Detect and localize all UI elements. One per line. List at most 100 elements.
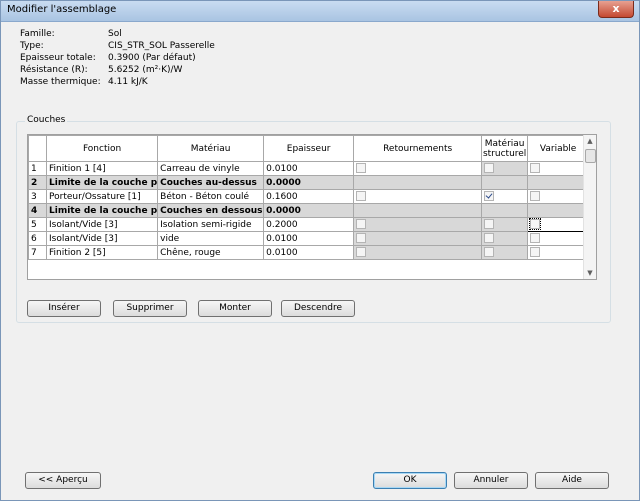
row-number[interactable]: 1: [28, 161, 47, 176]
structurel-checkbox: [484, 163, 495, 174]
cell-fonction[interactable]: Limite de la couche p: [45, 175, 159, 190]
retournements-checkbox: [356, 219, 367, 230]
cell-epaisseur[interactable]: 0.0100: [263, 161, 355, 176]
cell-structurel: [481, 203, 529, 218]
scroll-thumb[interactable]: [585, 149, 596, 163]
ok-button[interactable]: OK: [373, 472, 447, 489]
cell-variable: [527, 175, 590, 190]
structurel-checkbox: [484, 233, 495, 244]
variable-checkbox[interactable]: [530, 191, 541, 202]
cell-materiau[interactable]: Béton - Béton coulé: [157, 189, 265, 204]
structurel-checkbox[interactable]: [484, 191, 495, 202]
cell-variable: [527, 245, 590, 260]
cell-epaisseur[interactable]: 0.0100: [263, 245, 355, 260]
move-down-button[interactable]: Descendre: [281, 300, 355, 317]
cell-materiau[interactable]: Isolation semi-rigide: [157, 217, 265, 232]
column-header-materiau[interactable]: Matériau: [157, 135, 265, 162]
retournements-checkbox[interactable]: [356, 163, 367, 174]
cell-retournements: [353, 217, 483, 232]
insert-button[interactable]: Insérer: [27, 300, 101, 317]
table-row[interactable]: 6 Isolant/Vide [3] vide 0.0100: [28, 231, 593, 246]
preview-button[interactable]: << Aperçu: [25, 472, 101, 489]
table-row[interactable]: 7 Finition 2 [5] Chêne, rouge 0.0100: [28, 245, 593, 260]
row-number[interactable]: 7: [28, 245, 47, 260]
close-button[interactable]: x: [598, 1, 634, 18]
column-header-epaisseur[interactable]: Epaisseur: [263, 135, 355, 162]
cell-retournements: [353, 245, 483, 260]
table-row[interactable]: 4 Limite de la couche p Couches en desso…: [28, 203, 593, 218]
layers-group-label: Couches: [25, 115, 68, 125]
cell-materiau[interactable]: Chêne, rouge: [157, 245, 265, 260]
cell-retournements: [353, 231, 483, 246]
cell-variable: [527, 231, 590, 246]
property-label: Type:: [20, 41, 44, 51]
column-header-variable[interactable]: Variable: [527, 135, 590, 162]
cell-epaisseur[interactable]: 0.1600: [263, 189, 355, 204]
table-row[interactable]: 2 Limite de la couche p Couches au-dessu…: [28, 175, 593, 190]
property-value: CIS_STR_SOL Passerelle: [108, 41, 215, 51]
help-button[interactable]: Aide: [535, 472, 609, 489]
title-bar: Modifier l'assemblage x: [1, 1, 639, 22]
header-line: structurel: [482, 148, 527, 159]
cell-epaisseur[interactable]: 0.0000: [263, 175, 355, 190]
property-label: Famille:: [20, 29, 55, 39]
table-header-row: Fonction Matériau Epaisseur Retournement…: [28, 135, 593, 162]
column-header-structurel[interactable]: Matériau structurel: [481, 135, 529, 162]
cell-retournements: [353, 161, 483, 176]
move-up-button[interactable]: Monter: [198, 300, 272, 317]
cell-materiau[interactable]: Couches en dessous: [157, 203, 265, 218]
row-number[interactable]: 3: [28, 189, 47, 204]
property-label: Résistance (R):: [20, 65, 88, 75]
variable-checkbox[interactable]: [529, 218, 542, 231]
cell-fonction[interactable]: Limite de la couche p: [45, 203, 159, 218]
structurel-checkbox: [484, 247, 495, 258]
cell-epaisseur[interactable]: 0.0000: [263, 203, 355, 218]
cancel-button[interactable]: Annuler: [454, 472, 528, 489]
cell-fonction[interactable]: Isolant/Vide [3]: [45, 231, 159, 246]
table-row[interactable]: 5 Isolant/Vide [3] Isolation semi-rigide…: [28, 217, 593, 232]
variable-checkbox[interactable]: [530, 233, 541, 244]
cell-fonction[interactable]: Finition 2 [5]: [45, 245, 159, 260]
cell-variable: [527, 203, 590, 218]
cell-variable: [527, 189, 590, 204]
cell-fonction[interactable]: Finition 1 [4]: [45, 161, 159, 176]
structurel-checkbox: [484, 219, 495, 230]
retournements-checkbox[interactable]: [356, 191, 367, 202]
cell-epaisseur[interactable]: 0.0100: [263, 231, 355, 246]
cell-structurel: [481, 231, 529, 246]
cell-retournements: [353, 203, 483, 218]
property-label: Epaisseur totale:: [20, 53, 96, 63]
modify-assembly-dialog: Modifier l'assemblage x Famille: Sol Type…: [0, 0, 640, 501]
table-row[interactable]: 1 Finition 1 [4] Carreau de vinyle 0.010…: [28, 161, 593, 176]
layers-table: Fonction Matériau Epaisseur Retournement…: [28, 135, 593, 260]
close-icon: x: [612, 2, 620, 15]
cell-materiau[interactable]: Couches au-dessus: [157, 175, 265, 190]
variable-checkbox[interactable]: [530, 163, 541, 174]
layers-grid[interactable]: Fonction Matériau Epaisseur Retournement…: [27, 134, 597, 280]
column-header-fonction[interactable]: Fonction: [45, 135, 159, 162]
variable-checkbox[interactable]: [530, 247, 541, 258]
cell-fonction[interactable]: Isolant/Vide [3]: [45, 217, 159, 232]
row-number[interactable]: 5: [28, 217, 47, 232]
cell-structurel: [481, 217, 529, 232]
cell-materiau[interactable]: Carreau de vinyle: [157, 161, 265, 176]
row-number[interactable]: 4: [28, 203, 47, 218]
cell-epaisseur[interactable]: 0.2000: [263, 217, 355, 232]
cell-structurel: [481, 175, 529, 190]
row-number[interactable]: 6: [28, 231, 47, 246]
layers-scrollbar[interactable]: ▲ ▼: [583, 135, 596, 279]
cell-materiau[interactable]: vide: [157, 231, 265, 246]
scroll-down-arrow-icon[interactable]: ▼: [584, 267, 596, 279]
cell-variable: [527, 161, 590, 176]
property-value: Sol: [108, 29, 122, 39]
column-header-retournements[interactable]: Retournements: [353, 135, 483, 162]
cell-structurel: [481, 245, 529, 260]
cell-fonction[interactable]: Porteur/Ossature [1]: [45, 189, 159, 204]
property-value: 4.11 kJ/K: [108, 77, 148, 87]
scroll-up-arrow-icon[interactable]: ▲: [584, 135, 596, 147]
table-row[interactable]: 3 Porteur/Ossature [1] Béton - Béton cou…: [28, 189, 593, 204]
property-value: 5.6252 (m²·K)/W: [108, 65, 183, 75]
row-number[interactable]: 2: [28, 175, 47, 190]
delete-button[interactable]: Supprimer: [113, 300, 187, 317]
layers-group: Couches Fonction Matériau Epaisseur Reto…: [16, 115, 611, 323]
